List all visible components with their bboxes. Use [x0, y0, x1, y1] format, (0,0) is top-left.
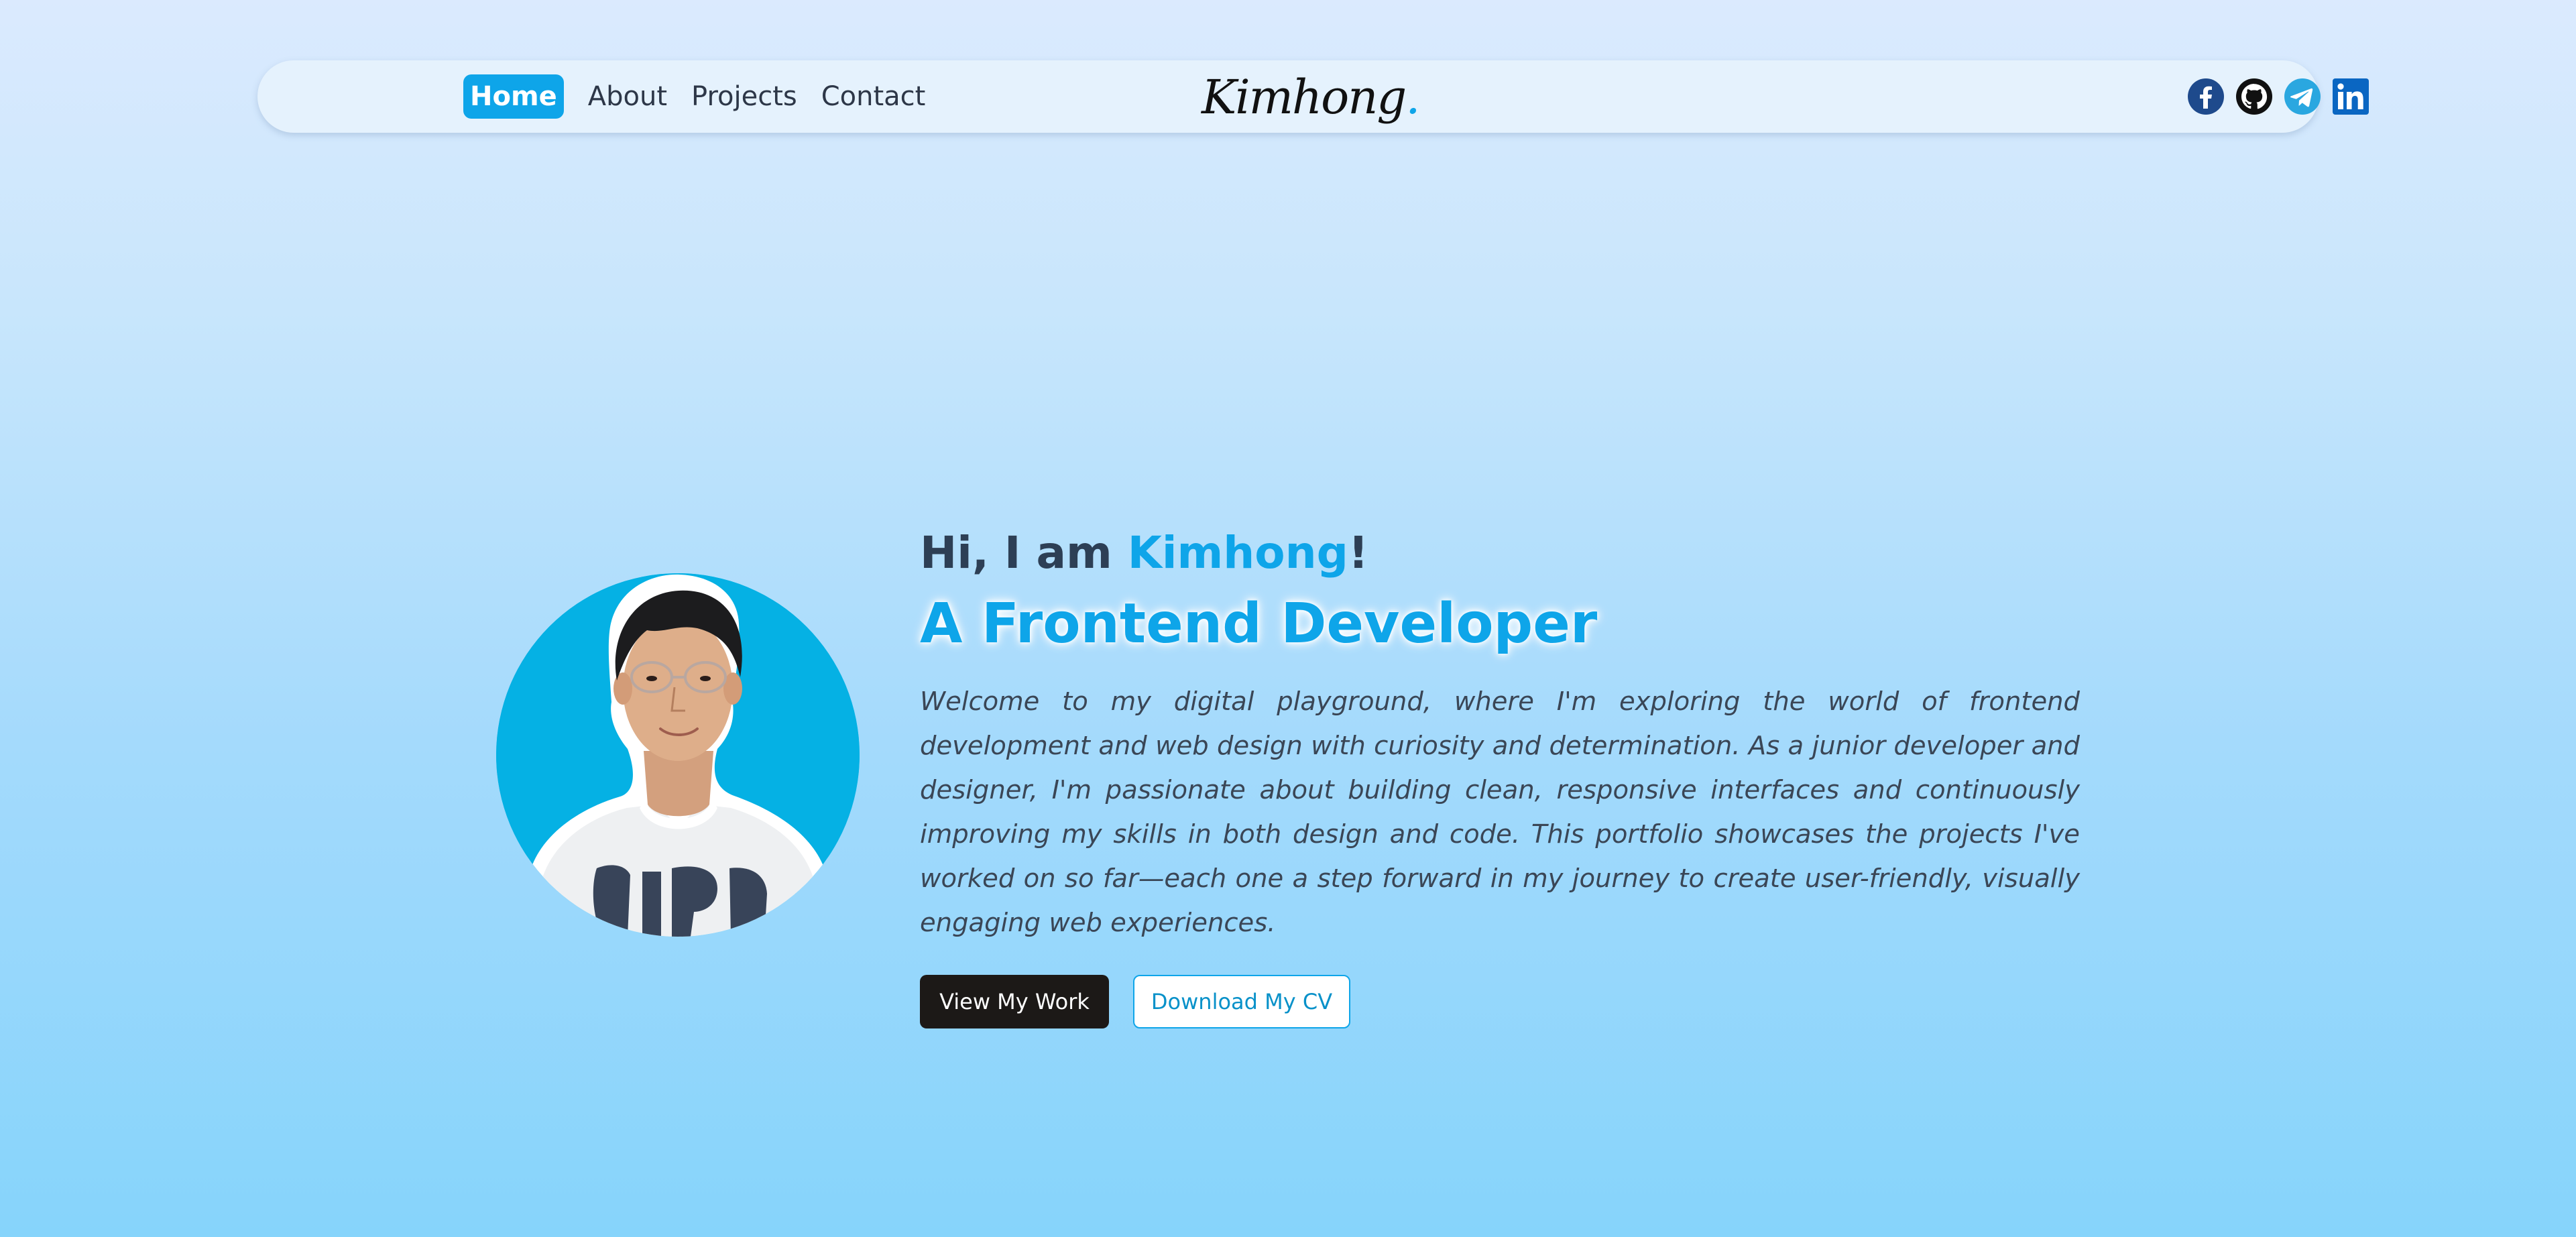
nav-links: Home About Projects Contact	[463, 60, 949, 133]
github-icon[interactable]	[2235, 78, 2273, 115]
nav-link-contact[interactable]: Contact	[821, 81, 926, 112]
hero-role: A Frontend Developer	[920, 592, 1598, 656]
hero-buttons: View My Work Download My CV	[920, 975, 2080, 1028]
hero-greeting: Hi, I am Kimhong!	[920, 523, 2080, 583]
view-my-work-button[interactable]: View My Work	[920, 975, 1109, 1028]
greeting-suffix: !	[1348, 527, 1368, 579]
facebook-icon[interactable]	[2187, 78, 2225, 115]
nav-link-about[interactable]: About	[588, 81, 667, 112]
logo-text: Kimhong	[1202, 70, 1407, 125]
download-cv-button[interactable]: Download My CV	[1133, 975, 1350, 1028]
logo-dot: .	[1405, 70, 1420, 125]
greeting-name: Kimhong	[1127, 527, 1348, 579]
hero-intro: Welcome to my digital playground, where …	[920, 687, 2080, 938]
nav-link-home[interactable]: Home	[463, 74, 564, 119]
site-logo[interactable]: Kimhong.	[1202, 70, 1420, 125]
hero-section: Hi, I am Kimhong! A Frontend Developer W…	[920, 523, 2080, 1028]
social-links	[2187, 60, 2380, 133]
telegram-icon[interactable]	[2284, 78, 2321, 115]
greeting-prefix: Hi, I am	[920, 527, 1128, 579]
profile-avatar	[496, 573, 860, 937]
linkedin-icon[interactable]	[2332, 78, 2369, 115]
profile-photo	[496, 573, 860, 937]
navbar: Home About Projects Contact Kimhong.	[257, 60, 2369, 133]
nav-link-projects[interactable]: Projects	[691, 81, 797, 112]
